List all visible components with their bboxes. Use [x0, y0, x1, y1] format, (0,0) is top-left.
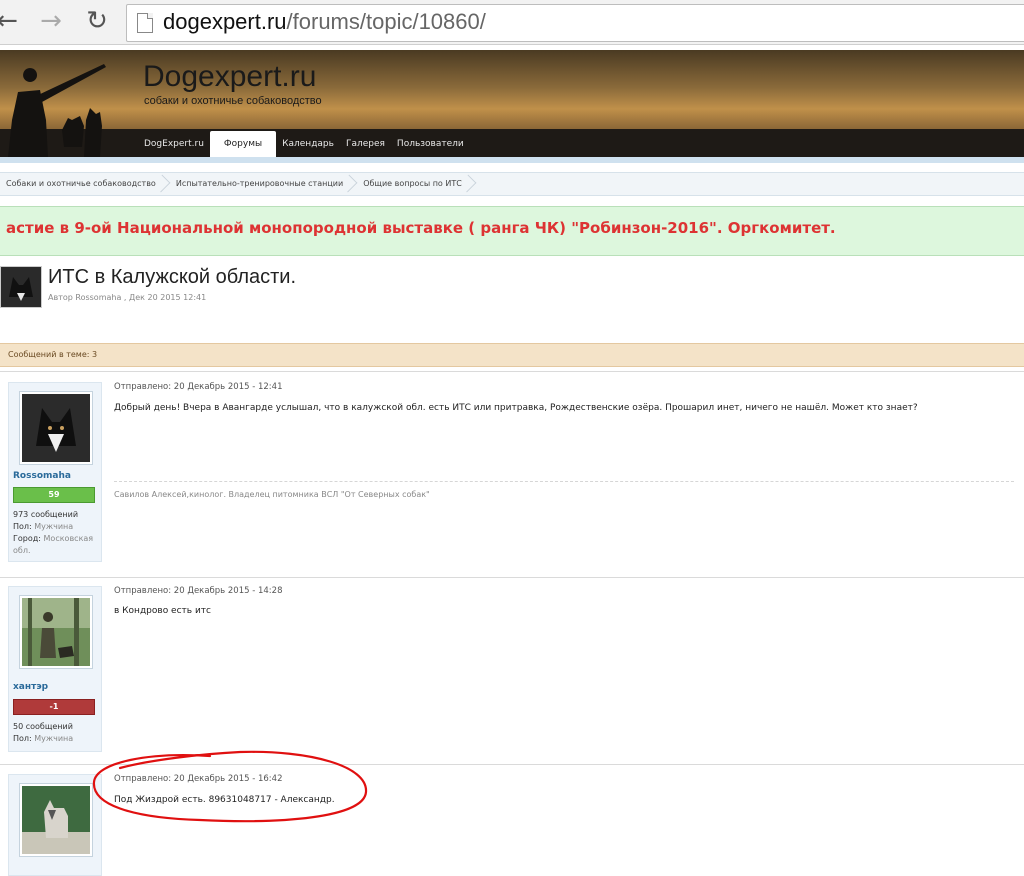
username[interactable]: Rossomaha	[13, 471, 71, 481]
nav-tab-calendar[interactable]: Календарь	[276, 131, 340, 157]
announcement-text[interactable]: астие в 9-ой Национальной монопородной в…	[6, 219, 836, 237]
user-info: 50 сообщений Пол: Мужчина	[13, 721, 99, 745]
site-logo[interactable]: Dogexpert.ru	[143, 60, 316, 94]
signature: Савилов Алексей,кинолог. Владелец питомн…	[114, 490, 430, 499]
breadcrumb-item[interactable]: Общие вопросы по ИТС	[357, 173, 476, 195]
gender-value: Мужчина	[34, 522, 74, 531]
site-header: Dogexpert.ru собаки и охотничье собаково…	[0, 50, 1024, 157]
site-tagline: собаки и охотничье собаководство	[144, 95, 322, 107]
user-panel: Rossomaha 59 973 сообщений Пол: Мужчина …	[8, 382, 102, 562]
nav-tab-forums[interactable]: Форумы	[209, 131, 277, 157]
page-icon	[137, 13, 153, 33]
nav-tab-users[interactable]: Пользователи	[391, 131, 470, 157]
dog-in-forest-avatar-image	[22, 786, 90, 854]
hunter-forest-avatar-image	[22, 598, 90, 666]
reputation-badge: -1	[13, 699, 95, 715]
breadcrumb-item[interactable]: Собаки и охотничье собаководство	[0, 173, 170, 195]
user-panel: хантэр -1 50 сообщений Пол: Мужчина	[8, 586, 102, 752]
post-date: Отправлено: 20 Декабрь 2015 - 12:41	[114, 382, 283, 392]
post-body: Добрый день! Вчера в Авангарде услышал, …	[114, 403, 918, 413]
gender-label: Пол:	[13, 734, 32, 743]
breadcrumb-item[interactable]: Испытательно-тренировочные станции	[170, 173, 357, 195]
user-avatar[interactable]	[19, 391, 93, 465]
url-text[interactable]: dogexpert.ru/forums/topic/10860/	[163, 9, 486, 35]
back-arrow-icon[interactable]: ←	[0, 8, 20, 34]
forward-arrow-icon[interactable]: →	[38, 8, 64, 34]
user-avatar[interactable]	[19, 783, 93, 857]
dog-avatar-image	[22, 394, 90, 462]
message-count: 973 сообщений	[13, 510, 79, 519]
topic-author-avatar[interactable]	[0, 266, 42, 308]
browser-toolbar: ← → ↻ dogexpert.ru/forums/topic/10860/	[0, 0, 1024, 45]
red-annotation-circle	[92, 750, 368, 823]
message-count: 50 сообщений	[13, 722, 73, 731]
post-date: Отправлено: 20 Декабрь 2015 - 14:28	[114, 586, 283, 596]
dog-avatar-image	[1, 267, 41, 307]
breadcrumb: Собаки и охотничье собаководство Испытат…	[0, 172, 1024, 196]
post-separator	[0, 577, 1024, 578]
user-panel	[8, 774, 102, 876]
reload-icon[interactable]: ↻	[84, 8, 110, 34]
gender-label: Пол:	[13, 522, 32, 531]
reputation-badge: 59	[13, 487, 95, 503]
header-divider	[0, 157, 1024, 163]
user-avatar[interactable]	[19, 595, 93, 669]
nav-tab-dogexpert[interactable]: DogExpert.ru	[138, 131, 210, 157]
hunter-with-dogs-silhouette	[8, 64, 106, 157]
topic-meta: Автор Rossomaha , Дек 20 2015 12:41	[48, 293, 207, 302]
city-label: Город:	[13, 534, 41, 543]
announcement-banner: астие в 9-ой Национальной монопородной в…	[0, 206, 1024, 256]
main-nav: DogExpert.ru Форумы Календарь Галерея По…	[138, 131, 470, 157]
nav-tab-gallery[interactable]: Галерея	[340, 131, 391, 157]
post-count: Сообщений в теме: 3	[8, 350, 98, 359]
post-body: в Кондрово есть итс	[114, 606, 211, 616]
gender-value: Мужчина	[34, 734, 74, 743]
topic-title: ИТС в Калужской области.	[48, 266, 297, 288]
address-bar[interactable]: dogexpert.ru/forums/topic/10860/	[126, 4, 1024, 42]
post-separator	[0, 371, 1024, 372]
username[interactable]: хантэр	[13, 682, 48, 692]
user-info: 973 сообщений Пол: Мужчина Город: Москов…	[13, 509, 99, 557]
post-count-bar: Сообщений в теме: 3	[0, 343, 1024, 367]
signature-divider	[114, 481, 1014, 482]
